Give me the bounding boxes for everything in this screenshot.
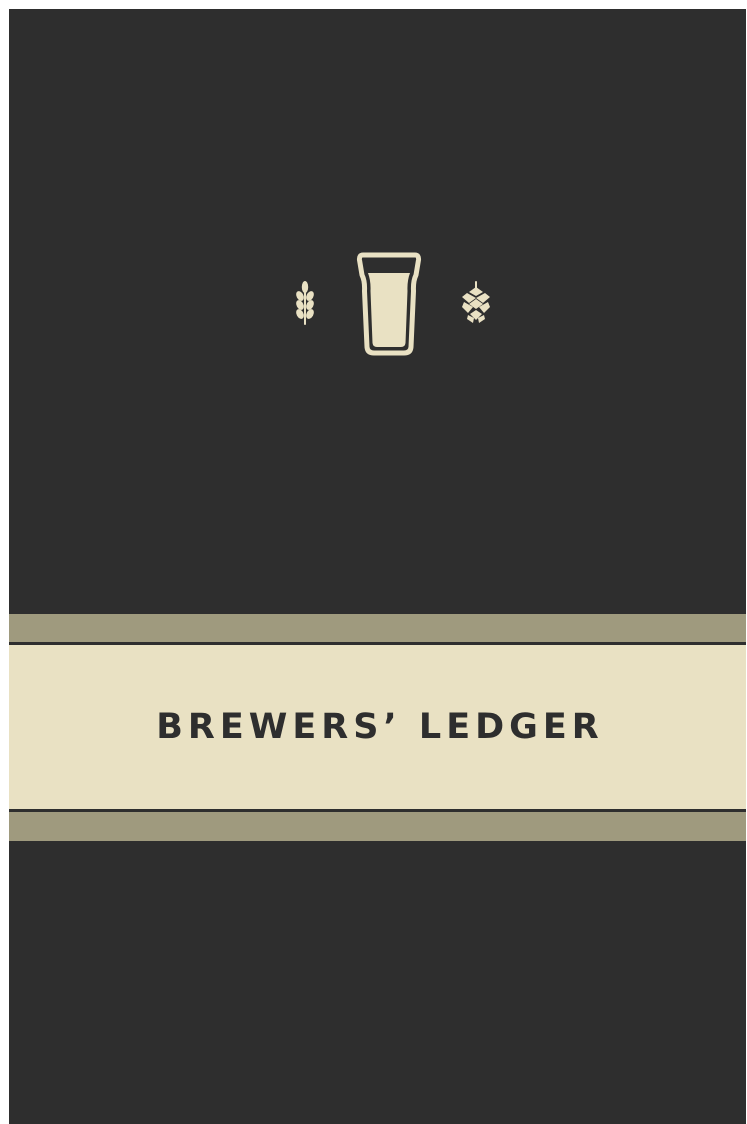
wheat-icon — [296, 281, 314, 325]
cover-title: BREWERS’ LEDGER — [156, 706, 604, 747]
top-accent-band — [9, 614, 746, 642]
emblem-group — [9, 9, 746, 1124]
title-band: BREWERS’ LEDGER — [9, 645, 746, 809]
ledger-cover: BREWERS’ LEDGER — [9, 9, 746, 1124]
hop-icon — [462, 281, 490, 323]
pint-glass-icon — [356, 252, 422, 356]
bottom-accent-band — [9, 812, 746, 841]
